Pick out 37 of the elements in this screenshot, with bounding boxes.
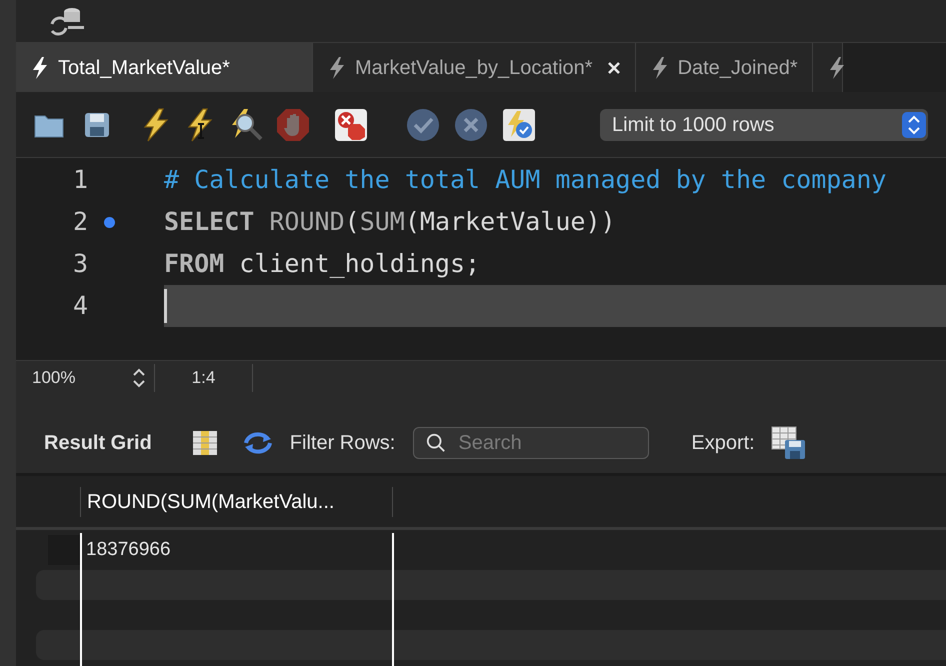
code-line: SELECT ROUND(SUM(MarketValue)) xyxy=(164,206,617,238)
lightning-icon xyxy=(327,56,347,80)
table-cell-text: 18376966 xyxy=(85,538,172,562)
refresh-icon[interactable] xyxy=(242,430,274,456)
line-number: 4 xyxy=(72,290,88,322)
query-tab[interactable] xyxy=(812,43,843,92)
export-label: Export: xyxy=(691,430,755,456)
close-icon[interactable] xyxy=(606,60,621,74)
column-header[interactable]: ROUND(SUM(MarketValu... xyxy=(80,486,393,516)
result-grid-label[interactable]: Result Grid xyxy=(44,428,152,458)
query-tab[interactable]: Date_Joined* xyxy=(636,43,813,92)
cancel-icon[interactable] xyxy=(454,108,488,142)
stepper-icon xyxy=(902,112,926,138)
search-input[interactable]: Search xyxy=(458,428,618,458)
limit-rows-select[interactable]: Limit to 1000 rows xyxy=(600,108,928,140)
search-field[interactable]: Search xyxy=(413,426,650,458)
check-icon[interactable] xyxy=(406,108,440,142)
cursor-position: 1:4 xyxy=(190,366,216,389)
stop-error-icon[interactable] xyxy=(334,108,368,142)
text-cursor xyxy=(164,289,167,323)
autocommit-icon[interactable] xyxy=(502,108,536,142)
line-number: 3 xyxy=(72,248,88,280)
line-number: 2 xyxy=(72,206,88,238)
filter-rows-label: Filter Rows: xyxy=(290,430,396,456)
zoom-level[interactable]: 100% xyxy=(32,364,132,390)
lightning-icon xyxy=(30,56,50,80)
search-icon xyxy=(426,432,446,452)
save-icon[interactable] xyxy=(84,112,110,138)
export-icon[interactable] xyxy=(770,426,807,460)
line-number: 1 xyxy=(72,164,88,196)
code-line: # Calculate the total AUM managed by the company xyxy=(164,164,888,196)
column-grid-icon[interactable] xyxy=(192,430,218,456)
code-line: FROM client_holdings; xyxy=(164,248,482,280)
query-tab[interactable]: MarketValue_by_Location* xyxy=(313,43,636,92)
stop-hand-icon[interactable] xyxy=(276,108,310,142)
query-tab[interactable]: Total_MarketValue* xyxy=(16,43,313,92)
stepper-icon[interactable] xyxy=(132,366,146,388)
